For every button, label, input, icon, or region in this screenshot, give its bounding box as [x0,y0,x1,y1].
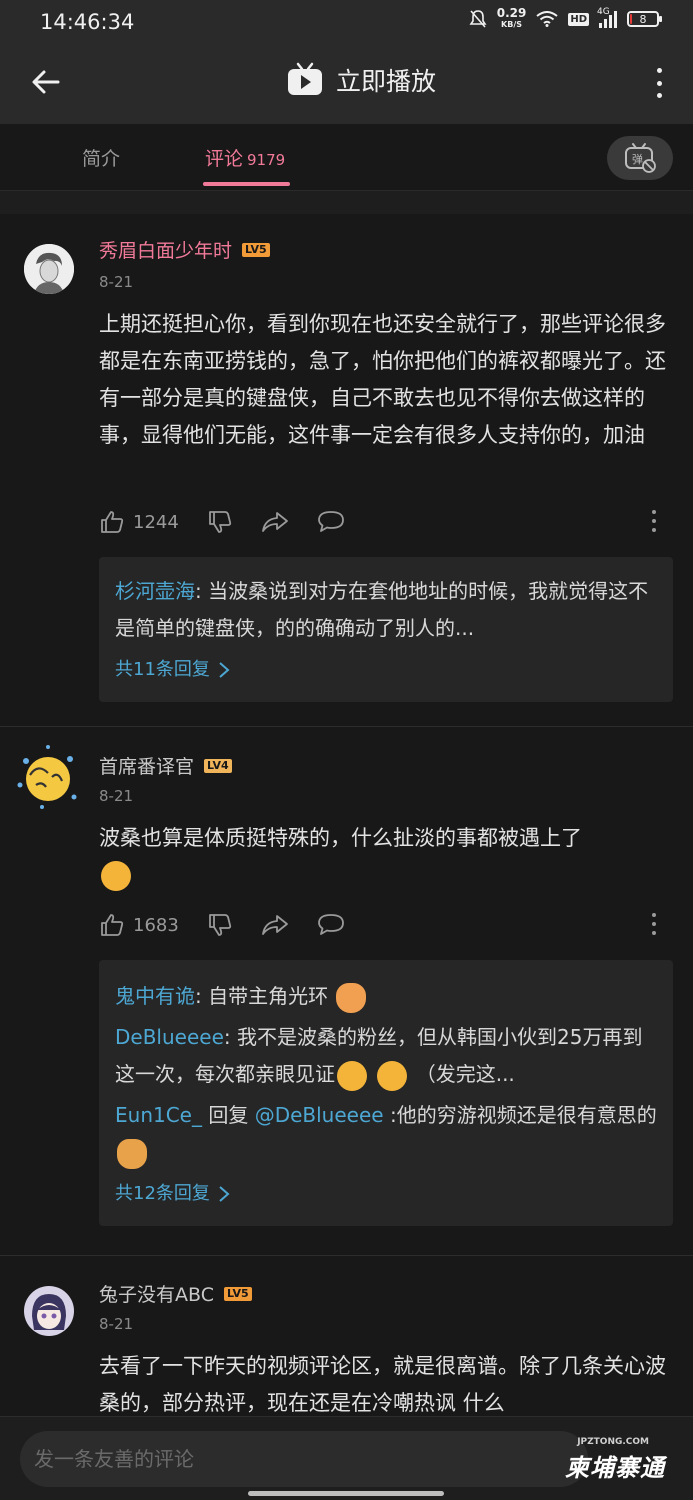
level-badge: LV5 [223,1286,252,1301]
username[interactable]: 秀眉白面少年时 LV5 [99,236,270,263]
comment-more-icon[interactable] [651,913,657,935]
tab-comments[interactable]: 评论 9179 [205,144,285,171]
wifi-icon [536,11,558,27]
like-button[interactable]: 1244 [99,509,179,535]
comment-count: 9179 [247,151,286,169]
home-indicator[interactable] [248,1491,444,1496]
signal-icon: 4G [597,7,617,28]
reply-user[interactable]: DeBlueeee [115,1025,224,1049]
reply-preview-box[interactable]: 鬼中有诡: 自带主角光环 DeBlueeee: 我不是波桑的粉丝，但从韩国小伙到… [99,960,673,1226]
danmaku-off-icon: 弹 [625,143,656,173]
battery-icon: 8 [627,11,662,27]
dislike-button[interactable] [207,509,233,535]
comment-item: 秀眉白面少年时 LV5 8-21 上期还挺担心你，看到你现在也还安全就行了，那些… [0,214,693,726]
comment-date: 8-21 [99,273,134,291]
net-speed: 0.29 KB/S [496,6,527,29]
avatar[interactable] [12,741,84,813]
thumb-up-icon [101,914,124,936]
comment-date: 8-21 [99,787,134,805]
share-button[interactable] [261,912,289,938]
chevron-right-icon [219,1185,230,1202]
page-title: 立即播放 [336,67,437,96]
username[interactable]: 首席番译官 LV4 [99,752,232,779]
tab-intro[interactable]: 简介 [82,144,120,171]
reply-preview-box[interactable]: 杉河壶海: 当波桑说到对方在套他地址的时候，我就觉得这不是简单的键盘侠，的的确确… [99,557,673,702]
comment-actions: 1244 [99,507,669,537]
thumb-up-icon [101,511,124,533]
comment-more-icon[interactable] [651,510,657,532]
emoji-sticker-icon [117,1138,147,1169]
section-separator [0,190,693,214]
reply-item: DeBlueeee: 我不是波桑的粉丝，但从韩国小伙到25万再到这一次，每次都亲… [115,1019,657,1093]
emoji-sticker-icon [337,1060,367,1091]
thumb-down-icon [208,511,231,533]
emoji-sticker-icon [101,861,131,891]
tab-bar: 简介 评论 9179 弹 [0,124,693,190]
bell-mute-icon [469,10,487,28]
share-icon [261,512,288,532]
view-replies-link[interactable]: 共11条回复 [115,651,657,688]
level-badge: LV5 [242,242,270,257]
comment-actions: 1683 [99,910,669,940]
thumb-down-icon [208,914,231,936]
reply-user[interactable]: 鬼中有诡 [115,984,195,1008]
status-icons: 0.29 KB/S HD 4G 8 [469,6,662,30]
reply-user[interactable]: Eun1Ce_ [115,1103,202,1127]
share-button[interactable] [261,509,289,535]
tv-play-icon [288,62,322,95]
share-icon [261,915,288,935]
comment-item: 首席番译官 LV4 8-21 波桑也算是体质挺特殊的，什么扯淡的事都被遇上了 1… [0,727,693,1255]
more-vertical-icon[interactable] [649,66,669,100]
comment-text[interactable]: 去看了一下昨天的视频评论区，就是很离谱。除了几条关心波桑的，部分热评，现在还是在… [99,1348,669,1416]
emoji-sticker-icon [336,982,367,1013]
comment-text[interactable]: 波桑也算是体质挺特殊的，什么扯淡的事都被遇上了 [99,820,669,894]
like-count: 1244 [133,511,179,533]
battery-level [630,14,632,24]
like-count: 1683 [133,914,179,936]
dislike-button[interactable] [207,912,233,938]
reply-item: Eun1Ce_ 回复 @DeBlueeee :他的穷游视频还是很有意思的 [115,1097,657,1171]
danmaku-toggle-button[interactable]: 弹 [607,136,673,180]
avatar[interactable] [24,1286,74,1336]
top-bar: 立即播放 [0,44,693,124]
comment-item: 兔子没有ABC LV5 8-21 去看了一下昨天的视频评论区，就是很离谱。除了几… [0,1256,693,1416]
avatar[interactable] [24,244,74,294]
emoji-sticker-icon [377,1060,408,1091]
like-button[interactable]: 1683 [99,912,179,938]
view-replies-link[interactable]: 共12条回复 [115,1175,657,1212]
reply-icon [317,511,344,532]
play-now-button[interactable]: 立即播放 [286,62,436,98]
chevron-right-icon [219,661,230,678]
tab-indicator [203,182,290,186]
status-bar: 14:46:34 0.29 KB/S HD 4G 8 [0,0,693,44]
back-arrow-icon[interactable] [30,66,62,98]
reply-user[interactable]: 杉河壶海 [115,579,195,603]
reply-mention[interactable]: @DeBlueeee [255,1103,384,1127]
svg-text:弹: 弹 [632,152,643,166]
reply-button[interactable] [317,509,345,535]
reply-item: 鬼中有诡: 自带主角光环 [115,978,657,1015]
level-badge: LV4 [204,758,232,773]
username[interactable]: 兔子没有ABC LV5 [99,1280,252,1307]
comment-text[interactable]: 上期还挺担心你，看到你现在也还安全就行了，那些评论很多都是在东南亚捞钱的，急了，… [99,306,669,454]
watermark-url: JPZTONG.COM [577,1437,649,1447]
reply-item: 杉河壶海: 当波桑说到对方在套他地址的时候，我就觉得这不是简单的键盘侠，的的确确… [115,579,649,640]
reply-button[interactable] [317,912,345,938]
reply-icon [317,914,344,935]
hd-badge: HD [568,12,589,26]
comment-date: 8-21 [99,1315,134,1333]
comment-input[interactable]: 发一条友善的评论 [20,1431,588,1487]
watermark-logo: 柬埔寨通 [565,1454,665,1482]
status-time: 14:46:34 [40,10,135,34]
